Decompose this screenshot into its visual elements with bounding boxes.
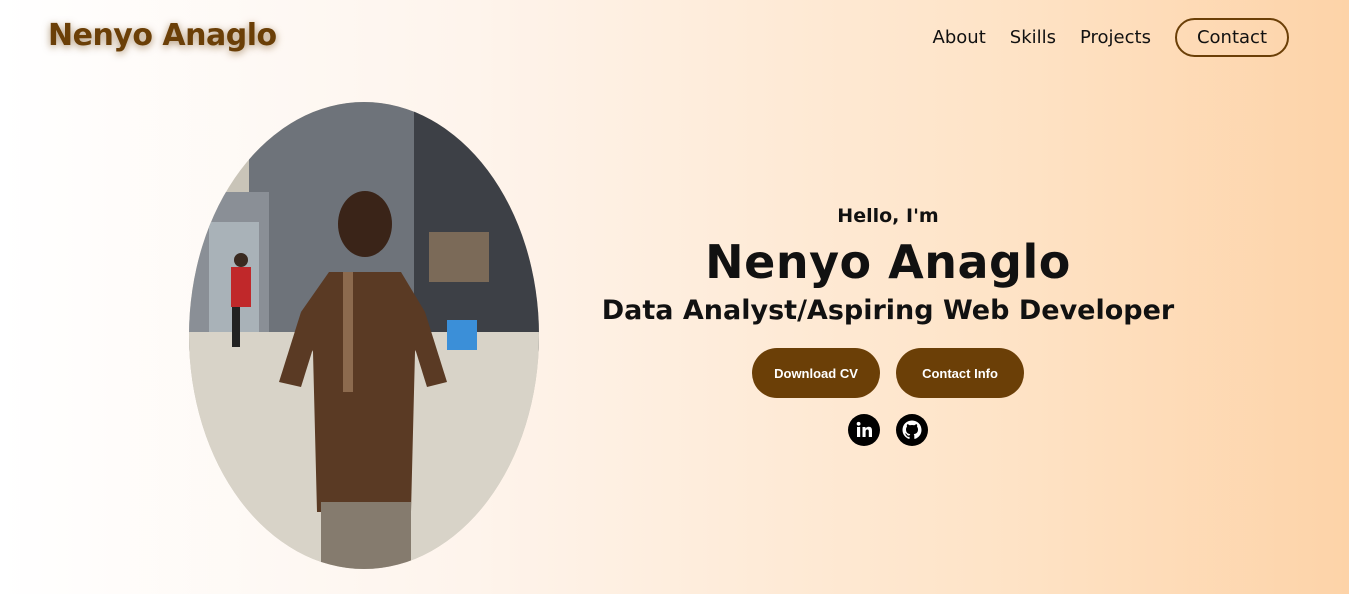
nav-about-link[interactable]: About (933, 27, 986, 48)
main-nav: About Skills Projects Contact (933, 18, 1289, 57)
contact-info-button[interactable]: Contact Info (896, 348, 1024, 398)
nav-skills-link[interactable]: Skills (1010, 27, 1056, 48)
site-logo[interactable]: Nenyo Anaglo (48, 18, 277, 53)
hero-section: Hello, I'm Nenyo Anaglo Data Analyst/Asp… (588, 200, 1188, 446)
social-links (588, 414, 1188, 446)
hero-actions: Download CV Contact Info (588, 348, 1188, 398)
nav-contact-button[interactable]: Contact (1174, 18, 1289, 57)
nav-projects-link[interactable]: Projects (1080, 27, 1151, 48)
github-icon[interactable] (896, 414, 928, 446)
profile-photo-illustration (189, 102, 539, 569)
hero-name: Nenyo Anaglo (705, 235, 1071, 289)
hero-greeting: Hello, I'm (837, 205, 939, 227)
hero-role: Data Analyst/Aspiring Web Developer (601, 295, 1175, 326)
linkedin-icon[interactable] (848, 414, 880, 446)
download-cv-button[interactable]: Download CV (752, 348, 880, 398)
profile-photo (189, 102, 539, 569)
